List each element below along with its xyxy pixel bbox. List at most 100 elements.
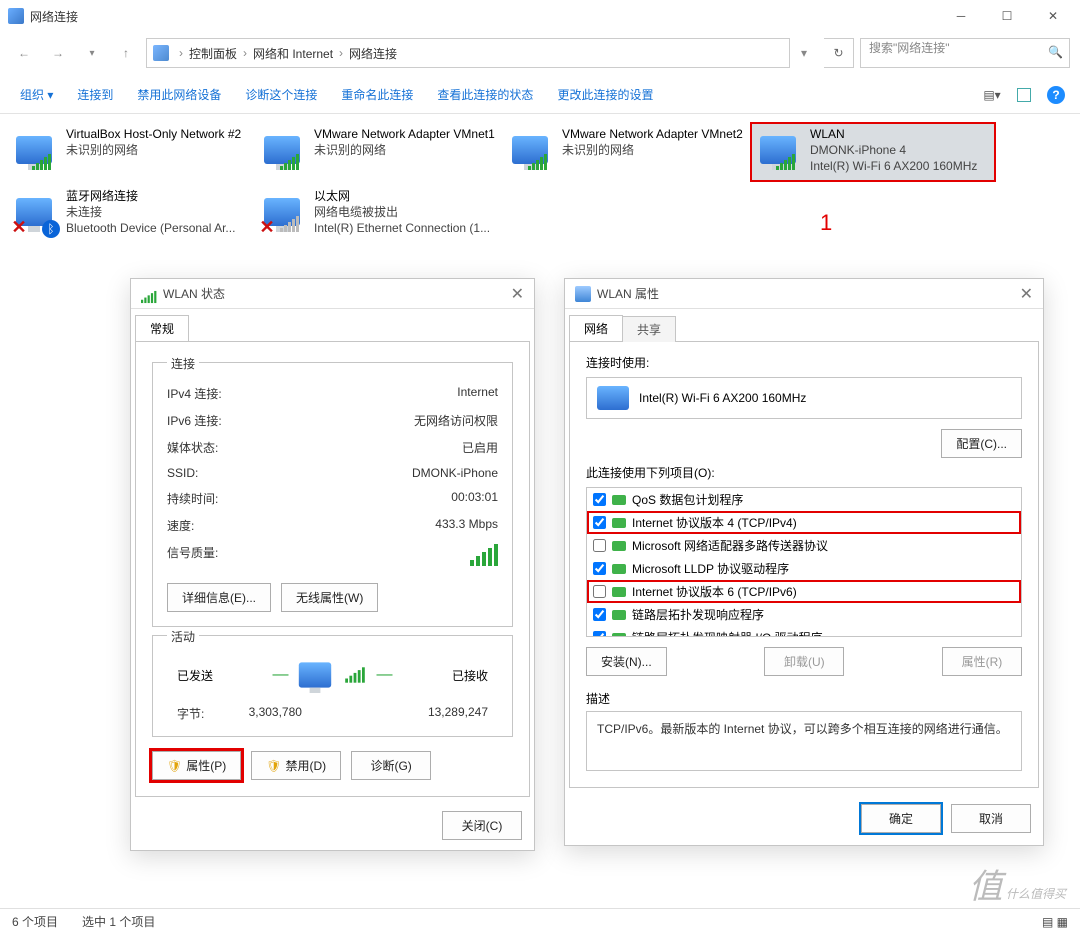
protocol-icon (612, 633, 626, 638)
protocol-icon (612, 610, 626, 620)
proto-checkbox[interactable] (593, 539, 606, 552)
wifi-icon (141, 286, 157, 302)
proto-label: QoS 数据包计划程序 (632, 491, 743, 508)
tab-sharing[interactable]: 共享 (622, 316, 676, 342)
proto-ms-multiplex[interactable]: Microsoft 网络适配器多路传送器协议 (587, 534, 1021, 557)
address-dropdown[interactable]: ▾ (790, 39, 818, 67)
preview-pane-button[interactable] (1010, 83, 1038, 107)
proto-label: Internet 协议版本 4 (TCP/IPv4) (632, 514, 797, 531)
properties-icon (575, 286, 591, 302)
details-button[interactable]: 详细信息(E)... (167, 583, 271, 612)
maximize-button[interactable]: ☐ (984, 0, 1030, 32)
window-title: 网络连接 (30, 8, 78, 25)
uninstall-button[interactable]: 卸载(U) (764, 647, 844, 676)
conn-bluetooth[interactable]: ✕ ᛒ 蓝牙网络连接 未连接 Bluetooth Device (Persona… (6, 184, 252, 244)
proto-checkbox[interactable] (593, 493, 606, 506)
protocol-icon (612, 587, 626, 597)
address-bar[interactable]: › 控制面板 › 网络和 Internet › 网络连接 (146, 38, 790, 68)
disconnected-x-icon: ✕ (10, 218, 28, 236)
forward-button[interactable]: → (44, 39, 72, 67)
up-button[interactable]: ↑ (112, 39, 140, 67)
minimize-button[interactable]: ─ (938, 0, 984, 32)
conn-vbox-host-only[interactable]: VirtualBox Host-Only Network #2 未识别的网络 (6, 122, 252, 182)
conn-name: WLAN (810, 126, 977, 142)
bytes-recv: 13,289,247 (346, 705, 488, 722)
protocol-icon (612, 564, 626, 574)
proto-label: Microsoft 网络适配器多路传送器协议 (632, 537, 828, 554)
tab-network[interactable]: 网络 (569, 315, 623, 341)
protocol-icon (612, 541, 626, 551)
proto-checkbox[interactable] (593, 631, 606, 637)
view-toggle-icon[interactable]: ▤ ▦ (1042, 915, 1068, 929)
dialog-close-button[interactable]: ✕ (1020, 284, 1033, 304)
speed-value: 433.3 Mbps (435, 517, 498, 534)
ipv6-value: 无网络访问权限 (414, 412, 498, 429)
cmd-view-status[interactable]: 查看此连接的状态 (427, 80, 543, 109)
cancel-button[interactable]: 取消 (951, 804, 1031, 833)
breadcrumb-part[interactable]: 网络连接 (349, 45, 397, 62)
description-text: TCP/IPv6。最新版本的 Internet 协议，可以跨多个相互连接的网络进… (586, 711, 1022, 771)
status-count: 6 个项目 (12, 913, 58, 930)
proto-lltd-responder[interactable]: 链路层拓扑发现响应程序 (587, 603, 1021, 626)
app-icon (8, 8, 24, 24)
proto-label: 链路层拓扑发现响应程序 (632, 606, 764, 623)
proto-checkbox[interactable] (593, 516, 606, 529)
proto-qos[interactable]: QoS 数据包计划程序 (587, 488, 1021, 511)
shield-icon: 🛡 (167, 759, 182, 773)
wireless-props-button[interactable]: 无线属性(W) (281, 583, 378, 612)
tab-general[interactable]: 常规 (135, 315, 189, 341)
command-bar: 组织 ▾ 连接到 禁用此网络设备 诊断这个连接 重命名此连接 查看此连接的状态 … (0, 76, 1080, 114)
ok-button[interactable]: 确定 (861, 804, 941, 833)
proto-lltd-mapper[interactable]: 链路层拓扑发现映射器 I/O 驱动程序 (587, 626, 1021, 637)
cmd-disable-device[interactable]: 禁用此网络设备 (127, 80, 231, 109)
protocol-icon (612, 495, 626, 505)
refresh-button[interactable]: ↻ (824, 38, 854, 68)
install-button[interactable]: 安装(N)... (586, 647, 667, 676)
proto-label: Internet 协议版本 6 (TCP/IPv6) (632, 583, 797, 600)
adapter-icon (597, 386, 629, 410)
configure-button[interactable]: 配置(C)... (941, 429, 1022, 458)
duration-label: 持续时间: (167, 490, 218, 507)
conn-sub1: 未连接 (66, 204, 235, 220)
conn-vmnet1[interactable]: VMware Network Adapter VMnet1 未识别的网络 (254, 122, 500, 182)
chevron-right-icon: › (241, 46, 249, 60)
bytes-sent: 3,303,780 (204, 705, 346, 722)
recent-button[interactable]: ▾ (78, 39, 106, 67)
proto-checkbox[interactable] (593, 585, 606, 598)
cmd-connect-to[interactable]: 连接到 (67, 80, 123, 109)
signal-bars-icon (470, 544, 498, 566)
protocol-list[interactable]: QoS 数据包计划程序 Internet 协议版本 4 (TCP/IPv4) M… (586, 487, 1022, 637)
conn-wlan[interactable]: WLAN DMONK-iPhone 4 Intel(R) Wi-Fi 6 AX2… (750, 122, 996, 182)
properties-button[interactable]: 🛡属性(P) (152, 751, 241, 780)
disable-button[interactable]: 🛡禁用(D) (251, 751, 341, 780)
breadcrumb-part[interactable]: 控制面板 (189, 45, 237, 62)
cmd-rename[interactable]: 重命名此连接 (331, 80, 423, 109)
wlan-properties-dialog: WLAN 属性 ✕ 网络 共享 连接时使用: Intel(R) Wi-Fi 6 … (564, 278, 1044, 846)
proto-ipv4[interactable]: Internet 协议版本 4 (TCP/IPv4) (587, 511, 1021, 534)
proto-checkbox[interactable] (593, 562, 606, 575)
proto-lldp[interactable]: Microsoft LLDP 协议驱动程序 (587, 557, 1021, 580)
conn-ethernet[interactable]: ✕ 以太网 网络电缆被拔出 Intel(R) Ethernet Connecti… (254, 184, 500, 244)
close-dialog-button[interactable]: 关闭(C) (442, 811, 522, 840)
breadcrumb-part[interactable]: 网络和 Internet (253, 45, 333, 62)
network-connections-grid: VirtualBox Host-Only Network #2 未识别的网络 V… (0, 114, 1080, 252)
proto-checkbox[interactable] (593, 608, 606, 621)
conn-vmnet2[interactable]: VMware Network Adapter VMnet2 未识别的网络 (502, 122, 748, 182)
items-label: 此连接使用下列项目(O): (586, 464, 1022, 481)
diagnose-button[interactable]: 诊断(G) (351, 751, 431, 780)
search-input[interactable]: 搜索"网络连接" (860, 38, 1070, 68)
help-button[interactable]: ? (1042, 83, 1070, 107)
cmd-diagnose[interactable]: 诊断这个连接 (235, 80, 327, 109)
item-properties-button[interactable]: 属性(R) (942, 647, 1022, 676)
dialog-close-button[interactable]: ✕ (511, 284, 524, 304)
conn-name: VMware Network Adapter VMnet1 (314, 126, 495, 142)
view-mode-button[interactable]: ▤▾ (978, 83, 1006, 107)
close-button[interactable]: ✕ (1030, 0, 1076, 32)
cmd-organize[interactable]: 组织 ▾ (10, 80, 63, 109)
media-label: 媒体状态: (167, 439, 218, 456)
back-button[interactable]: ← (10, 39, 38, 67)
conn-sub1: 未识别的网络 (66, 142, 241, 158)
shield-icon: 🛡 (266, 759, 281, 773)
cmd-change-settings[interactable]: 更改此连接的设置 (547, 80, 663, 109)
proto-ipv6[interactable]: Internet 协议版本 6 (TCP/IPv6) (587, 580, 1021, 603)
